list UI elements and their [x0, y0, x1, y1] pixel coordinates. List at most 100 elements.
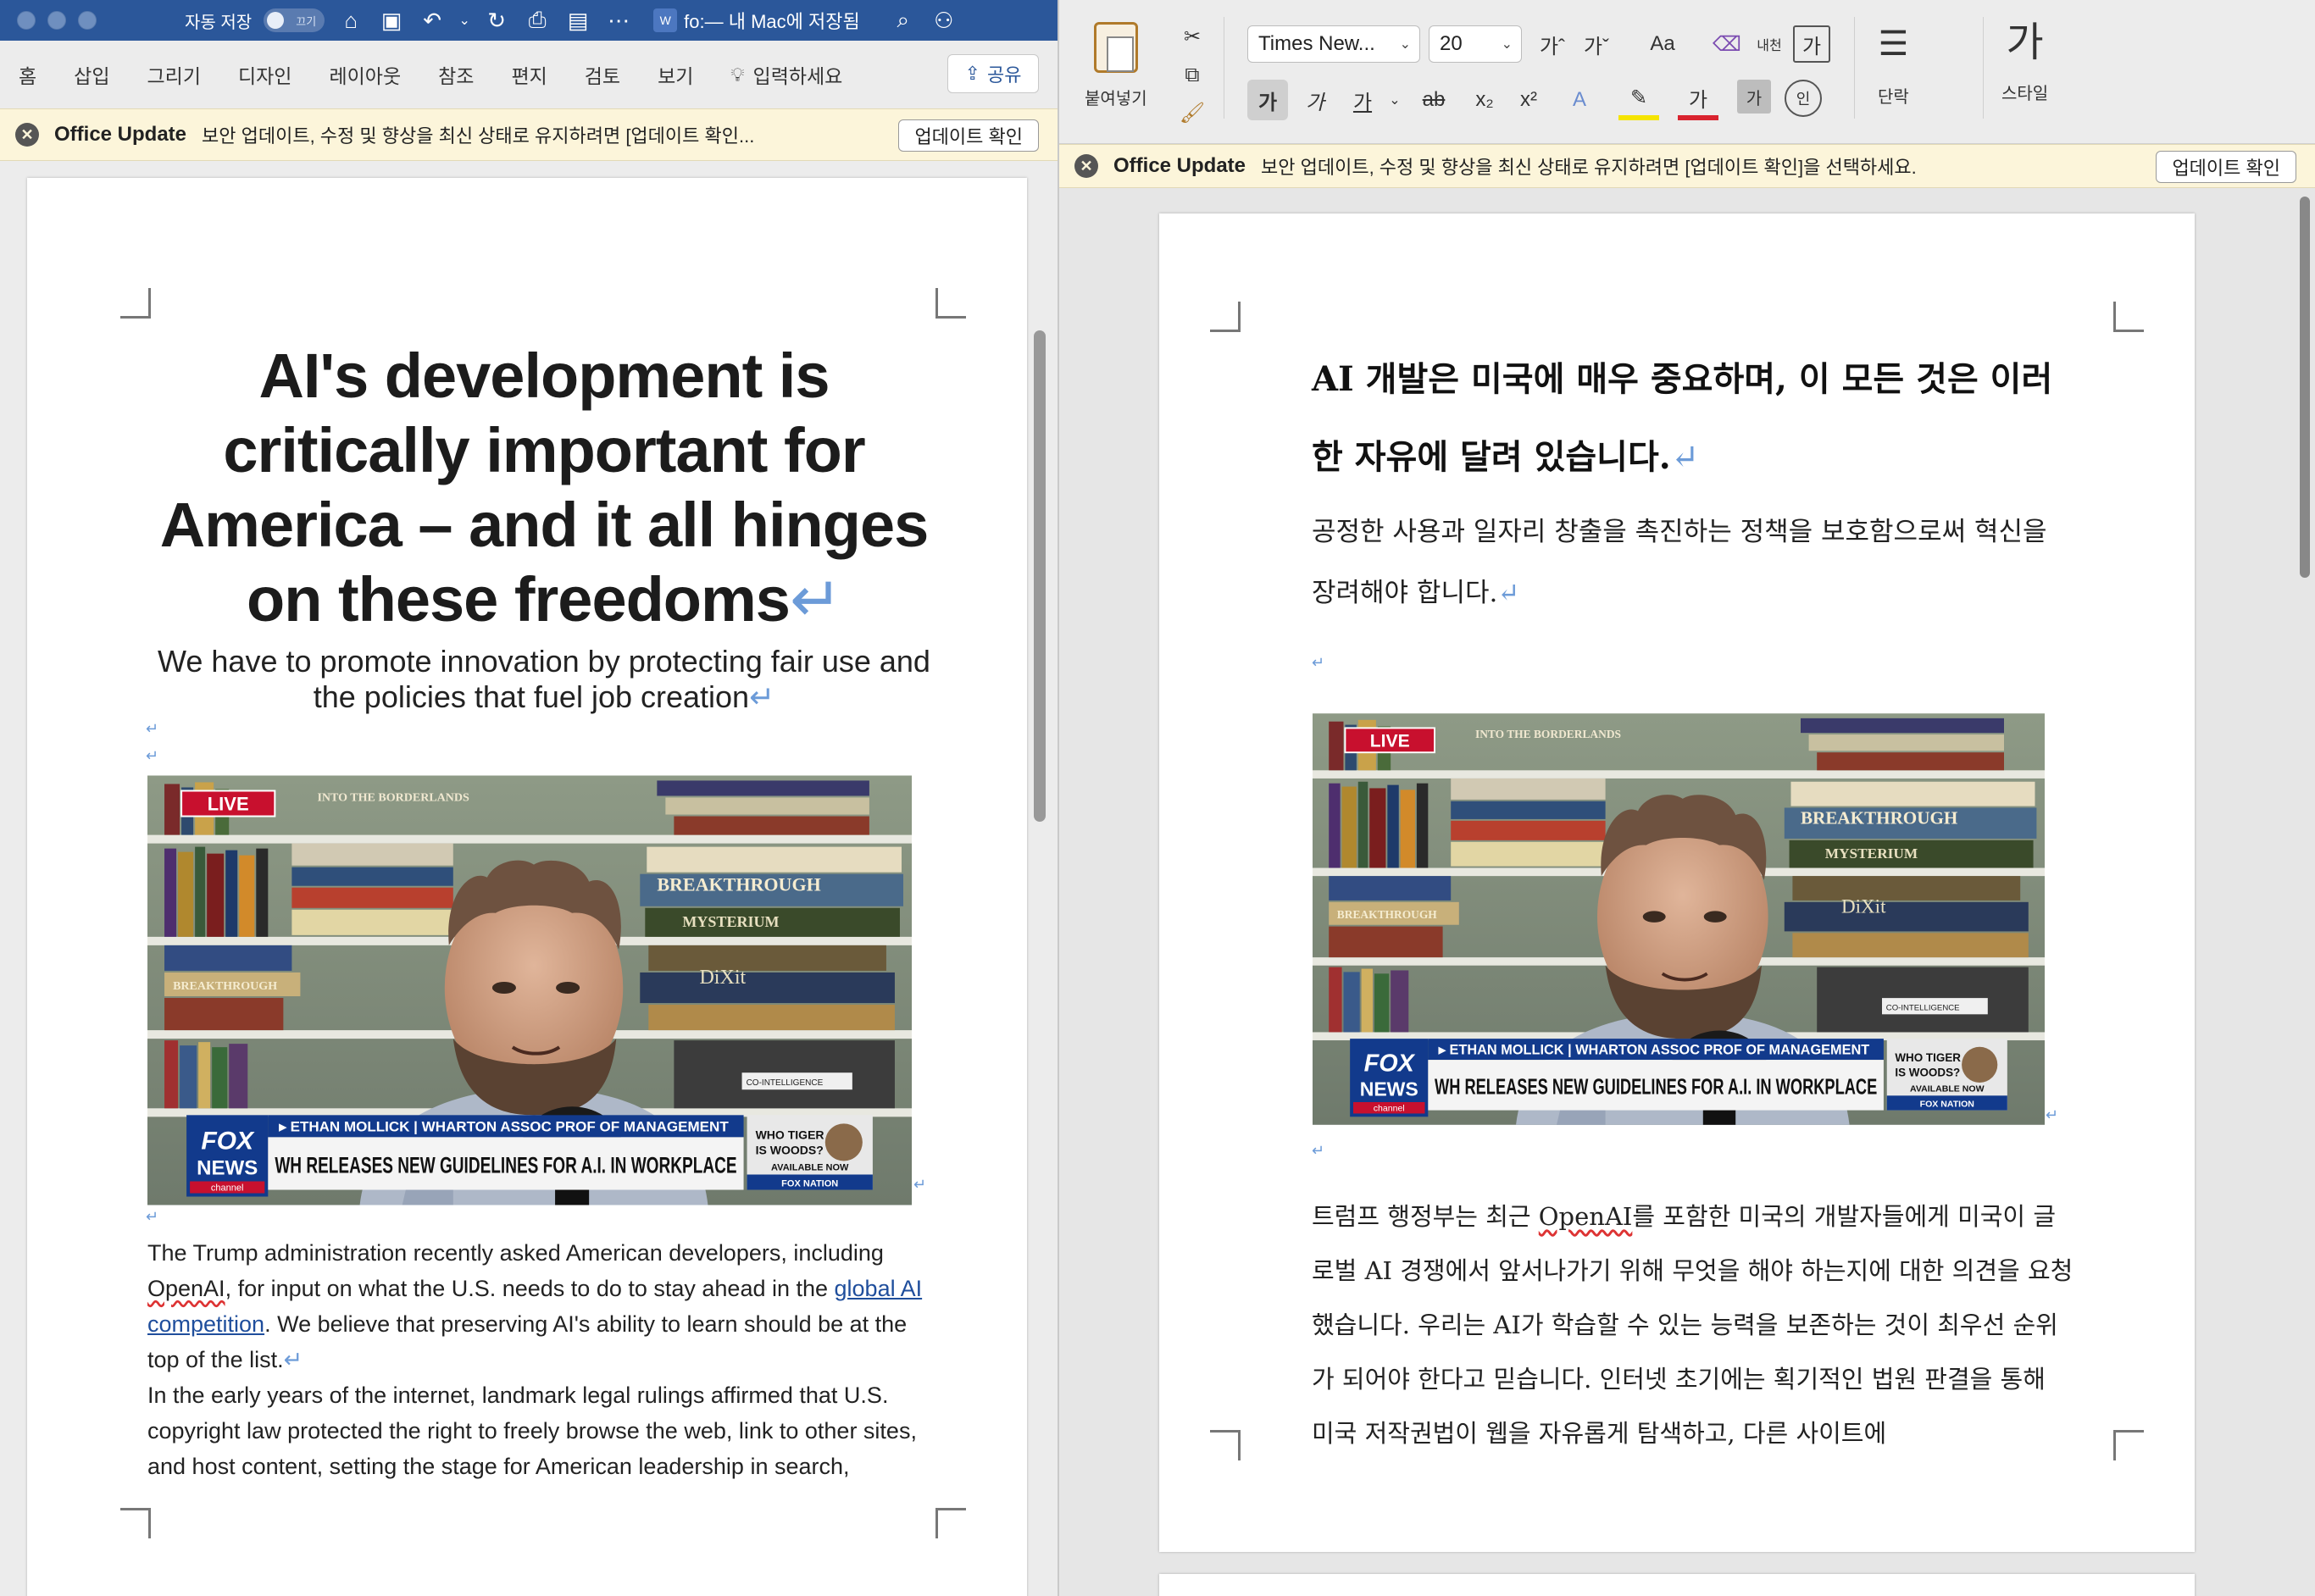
tab-insert[interactable]: 삽입: [74, 60, 109, 89]
character-border-button[interactable]: 가: [1793, 25, 1830, 63]
tab-draw[interactable]: 그리기: [147, 60, 201, 89]
tell-me-placeholder: 입력하세요: [752, 65, 843, 87]
font-size-select[interactable]: 20 ⌄: [1429, 25, 1522, 63]
korean-headline[interactable]: AI 개발은 미국에 매우 중요하며, 이 모든 것은 이러한 자유에 달려 있…: [1312, 341, 2066, 496]
search-icon[interactable]: ⌕: [889, 7, 918, 34]
left-vertical-scrollbar[interactable]: [1034, 330, 1046, 822]
margin-mark: [1210, 302, 1241, 332]
font-color-button[interactable]: 가: [1678, 80, 1718, 120]
tab-design[interactable]: 디자인: [238, 60, 291, 89]
tab-references[interactable]: 참조: [438, 60, 474, 89]
grow-font-button[interactable]: 가ˆ: [1534, 25, 1571, 63]
character-shading-button[interactable]: 가: [1737, 80, 1771, 114]
redo-icon[interactable]: ↻: [482, 8, 511, 34]
paragraph-mark: ↵: [146, 747, 159, 764]
paragraph-mark: ↵: [1497, 578, 1520, 608]
right-vertical-scrollbar[interactable]: [2300, 197, 2310, 578]
tab-layout[interactable]: 레이아웃: [329, 60, 401, 89]
undo-icon[interactable]: ↶: [418, 8, 447, 34]
copy-icon[interactable]: ⧉: [1178, 61, 1207, 90]
highlight-color-icon[interactable]: ✎: [1618, 80, 1659, 120]
autosave-toggle[interactable]: 끄기: [264, 8, 325, 32]
text-effects-icon[interactable]: A: [1559, 80, 1600, 120]
chevron-down-icon: ⌄: [1399, 37, 1411, 52]
dismiss-message-icon[interactable]: ✕: [1074, 154, 1098, 178]
message-title: Office Update: [54, 123, 187, 146]
print-icon[interactable]: ⎙: [523, 7, 552, 34]
minimize-window-button[interactable]: [47, 11, 66, 30]
paragraph-mark: ↵: [1312, 1142, 1325, 1159]
tab-mailings[interactable]: 편지: [511, 60, 547, 89]
enclose-characters-icon[interactable]: 인: [1785, 80, 1822, 117]
tab-home[interactable]: 홈: [19, 60, 36, 89]
chevron-down-icon[interactable]: ⌄: [458, 12, 470, 29]
autosave-toggle-state: 끄기: [296, 14, 317, 28]
home-icon[interactable]: ⌂: [336, 8, 365, 34]
format-painter-icon[interactable]: 🖌︎: [1178, 98, 1207, 127]
shrink-font-button[interactable]: 가ˇ: [1578, 25, 1615, 63]
save-icon[interactable]: ▣: [377, 8, 406, 34]
lightbulb-icon: 💡︎: [730, 63, 745, 86]
right-document-page[interactable]: AI 개발은 미국에 매우 중요하며, 이 모든 것은 이러한 자유에 달려 있…: [1159, 213, 2195, 1552]
article-subhead[interactable]: We have to promote innovation by protect…: [146, 644, 942, 715]
dismiss-message-icon[interactable]: ✕: [15, 123, 39, 147]
styles-icon: 가: [2006, 20, 2044, 65]
check-updates-button[interactable]: 업데이트 확인: [898, 119, 1039, 152]
next-document-page[interactable]: [1159, 1574, 2195, 1596]
share-button[interactable]: ⇪ 공유: [947, 54, 1039, 93]
paragraph-mark: ↵: [146, 1208, 159, 1225]
paste-button[interactable]: 붙여넣기: [1085, 22, 1147, 109]
underline-button[interactable]: 가: [1342, 80, 1383, 120]
zoom-window-button[interactable]: [78, 11, 97, 30]
korean-body[interactable]: 트럼프 행정부는 최근 OpenAI를 포함한 미국의 개발자들에게 미국이 글…: [1312, 1189, 2074, 1460]
bold-button[interactable]: 가: [1247, 80, 1288, 120]
save-as-icon[interactable]: ▤: [563, 8, 592, 34]
check-updates-button[interactable]: 업데이트 확인: [2156, 151, 2296, 183]
left-update-message-bar: ✕ Office Update 보안 업데이트, 수정 및 향상을 최신 상태로…: [0, 108, 1058, 161]
right-document-area[interactable]: AI 개발은 미국에 매우 중요하며, 이 모든 것은 이러한 자유에 달려 있…: [1059, 188, 2315, 1596]
news-screenshot-image[interactable]: [147, 775, 912, 1205]
font-name-select[interactable]: Times New... ⌄: [1247, 25, 1420, 63]
change-case-button[interactable]: Aa: [1635, 25, 1690, 63]
margin-mark: [120, 1508, 151, 1538]
strikethrough-button[interactable]: ab: [1413, 80, 1454, 120]
clear-formatting-icon[interactable]: ⌫: [1708, 25, 1746, 63]
document-title-text: fo:— 내 Mac에 저장됨: [684, 11, 860, 32]
paragraph-mark: ↵: [789, 564, 842, 635]
article-body[interactable]: The Trump administration recently asked …: [147, 1235, 935, 1484]
ribbon-separator: [1854, 17, 1855, 119]
tab-review[interactable]: 검토: [585, 60, 620, 89]
chevron-down-icon[interactable]: ⌄: [1385, 80, 1405, 120]
left-document-area[interactable]: AI's development is critically important…: [0, 161, 1058, 1596]
phonetic-guide-button[interactable]: 내천: [1751, 25, 1788, 63]
subscript-button[interactable]: x₂: [1464, 80, 1505, 120]
margin-mark: [935, 288, 966, 319]
document-title[interactable]: W fo:— 내 Mac에 저장됨: [653, 7, 860, 34]
article-headline[interactable]: AI's development is critically important…: [146, 339, 942, 637]
spelling-flag-openai[interactable]: OpenAI: [1539, 1202, 1633, 1231]
paragraph-mark: ↵: [1312, 654, 1325, 671]
paragraph-mark: ↵: [283, 1347, 303, 1372]
screen: 자동 저장 끄기 ⌂ ▣ ↶ ⌄ ↻ ⎙ ▤ ⋯ W fo:— 내 Mac에 저…: [0, 0, 2315, 1596]
news-screenshot-image[interactable]: [1313, 713, 2045, 1125]
paragraph-mark: ↵: [1670, 438, 1700, 477]
tab-view[interactable]: 보기: [658, 60, 693, 89]
styles-group-button[interactable]: 가 스타일: [2001, 22, 2048, 104]
left-document-page[interactable]: AI's development is critically important…: [27, 178, 1027, 1596]
paragraph-mark: ↵: [913, 1176, 927, 1193]
word-doc-icon: W: [653, 8, 678, 32]
paste-label: 붙여넣기: [1085, 90, 1147, 108]
tell-me-box[interactable]: 💡︎ 입력하세요: [730, 60, 842, 89]
clipboard-icon: [1093, 22, 1138, 73]
more-icon[interactable]: ⋯: [604, 8, 633, 34]
italic-button[interactable]: 가: [1295, 80, 1335, 120]
korean-subhead[interactable]: 공정한 사용과 일자리 창출을 촉진하는 정책을 보호함으로써 혁신을 장려해야…: [1312, 502, 2066, 623]
superscript-button[interactable]: x²: [1508, 80, 1549, 120]
collaborate-icon[interactable]: ⚇: [930, 8, 958, 34]
share-icon: ⇪: [964, 63, 980, 84]
spelling-flag-openai[interactable]: OpenAI: [147, 1276, 225, 1301]
close-window-button[interactable]: [17, 11, 36, 30]
paragraph-mark: ↵: [2046, 1106, 2059, 1123]
paragraph-group-button[interactable]: ☰ 단락: [1878, 25, 1909, 108]
cut-icon[interactable]: ✂: [1178, 22, 1207, 51]
